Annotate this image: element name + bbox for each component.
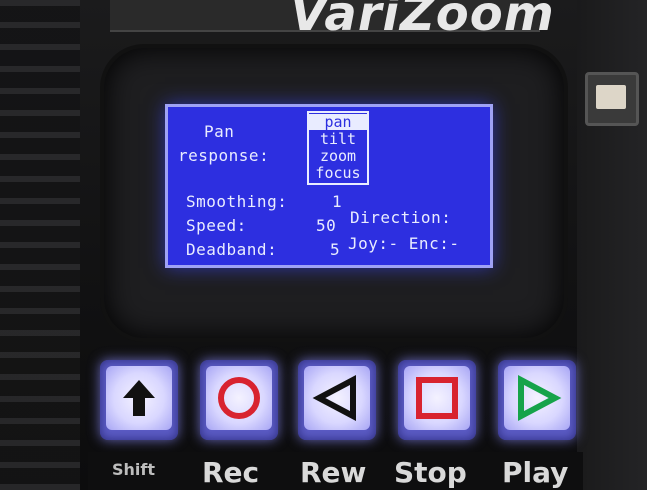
play-label: Play — [502, 456, 569, 489]
deadband-value: 5 — [330, 240, 341, 259]
axis-item-pan[interactable]: pan — [309, 114, 367, 130]
direction-value: Joy:- Enc:- — [348, 234, 460, 253]
screen-title-line2: response: — [178, 146, 270, 165]
axis-list: pan tilt zoom focus — [307, 111, 369, 185]
button-label-strip: Shift Rec Rew Stop Play — [88, 452, 583, 490]
direction-label: Direction: — [350, 208, 452, 227]
button-row — [95, 360, 580, 448]
lcd-screen: Pan response: pan tilt zoom focus Smooth… — [165, 104, 493, 268]
square-icon — [416, 377, 458, 419]
device-photo: VariZoom Pan response: pan tilt zoom foc… — [0, 0, 647, 490]
top-panel: VariZoom — [110, 0, 554, 42]
brand-logo: VariZoom — [290, 0, 555, 42]
smoothing-value: 1 — [332, 192, 343, 211]
left-grip — [0, 0, 80, 490]
shift-button[interactable] — [100, 360, 178, 440]
axis-item-zoom[interactable]: zoom — [309, 148, 367, 164]
axis-item-focus[interactable]: focus — [309, 165, 367, 181]
rec-button[interactable] — [200, 360, 278, 440]
play-button[interactable] — [498, 360, 576, 440]
deadband-label: Deadband: — [186, 240, 278, 259]
rec-label: Rec — [202, 456, 260, 489]
screen-title-line1: Pan — [204, 122, 235, 141]
triangle-left-icon — [312, 375, 356, 421]
triangle-right-icon — [518, 375, 562, 421]
up-arrow-icon — [123, 380, 155, 416]
rew-label: Rew — [300, 456, 367, 489]
stop-button[interactable] — [398, 360, 476, 440]
speed-value: 50 — [316, 216, 337, 235]
rew-button[interactable] — [298, 360, 376, 440]
stop-label: Stop — [394, 456, 467, 489]
shift-label: Shift — [112, 460, 156, 479]
axis-item-tilt[interactable]: tilt — [309, 131, 367, 147]
usb-port — [585, 72, 639, 126]
circle-icon — [218, 377, 260, 419]
speed-label: Speed: — [186, 216, 247, 235]
smoothing-label: Smoothing: — [186, 192, 288, 211]
